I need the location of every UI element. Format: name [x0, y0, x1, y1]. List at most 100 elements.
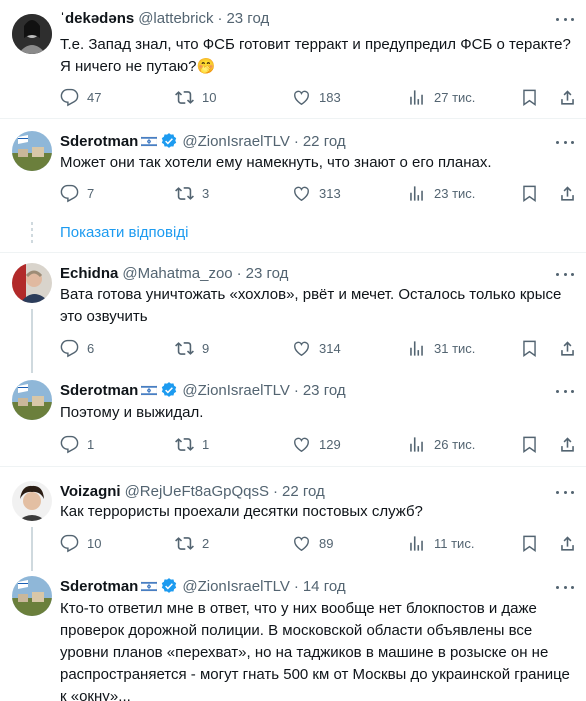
share-button[interactable]	[558, 184, 585, 203]
verified-badge-icon[interactable]	[160, 381, 178, 399]
views-button[interactable]: 27 тис.	[407, 88, 475, 107]
retweet-button[interactable]: 3	[175, 184, 209, 203]
reply-icon	[60, 339, 79, 358]
timestamp[interactable]: 23 год	[303, 382, 346, 399]
author-name[interactable]: Sderotman	[60, 133, 138, 150]
reply-button[interactable]: 6	[60, 339, 94, 358]
like-button[interactable]: 314	[292, 339, 341, 358]
reply-button[interactable]: 47	[60, 88, 101, 107]
like-button[interactable]: 183	[292, 88, 341, 107]
views-button[interactable]: 11 тис.	[407, 534, 474, 553]
tweet[interactable]: ˈdekədəns @lattebrick · 23 год Т.е. Запа…	[0, 8, 586, 110]
separator-dot: ·	[293, 381, 299, 399]
bookmark-icon	[523, 185, 536, 203]
tweet-text: Вата готова уничтожать «хохлов», рвёт и …	[60, 286, 562, 325]
reply-button[interactable]: 7	[60, 184, 94, 203]
tweet[interactable]: Sderotman @ZionIsraelTLV · 14 год Кто-то…	[0, 576, 586, 701]
views-button[interactable]: 31 тис.	[407, 339, 475, 358]
view-count: 11 тис.	[434, 536, 475, 551]
author-handle[interactable]: @Mahatma_zoo	[122, 265, 232, 282]
retweet-button[interactable]: 9	[175, 339, 209, 358]
author-name[interactable]: Voizagni	[60, 483, 121, 500]
share-button[interactable]	[558, 534, 585, 553]
more-options-icon[interactable]	[556, 265, 574, 283]
verified-badge-icon[interactable]	[160, 577, 178, 595]
divider	[0, 118, 586, 119]
bookmark-icon	[523, 436, 536, 454]
like-button[interactable]: 313	[292, 184, 341, 203]
reply-icon	[60, 184, 79, 203]
avatar[interactable]	[12, 380, 52, 420]
tweet[interactable]: Sderotman @ZionIsraelTLV · 23 год Поэтом…	[0, 380, 586, 460]
retweet-button[interactable]: 2	[175, 534, 209, 553]
more-options-icon[interactable]	[556, 133, 574, 151]
like-count: 89	[319, 536, 334, 551]
avatar[interactable]	[12, 481, 52, 521]
tweet[interactable]: Sderotman @ZionIsraelTLV · 22 год Может …	[0, 131, 586, 211]
share-button[interactable]	[558, 339, 585, 358]
heart-icon	[294, 341, 309, 357]
verified-badge-icon[interactable]	[160, 132, 178, 150]
share-button[interactable]	[558, 435, 585, 454]
view-count: 27 тис.	[434, 90, 476, 105]
share-button[interactable]	[558, 88, 585, 107]
more-options-icon[interactable]	[556, 483, 574, 501]
reply-button[interactable]: 1	[60, 435, 94, 454]
show-replies-link[interactable]: Показати відповіді	[0, 218, 586, 248]
more-options-icon[interactable]	[556, 10, 574, 28]
timestamp[interactable]: 14 год	[303, 578, 346, 595]
retweet-count: 2	[202, 536, 210, 551]
avatar[interactable]	[12, 131, 52, 171]
timestamp[interactable]: 22 год	[303, 133, 346, 150]
retweet-count: 1	[202, 437, 210, 452]
author-handle[interactable]: @lattebrick	[138, 10, 213, 27]
author-name[interactable]: Echidna	[60, 265, 118, 282]
timestamp[interactable]: 23 год	[226, 10, 269, 27]
show-replies-label[interactable]: Показати відповіді	[60, 224, 188, 241]
retweet-button[interactable]: 1	[175, 435, 209, 454]
reply-button[interactable]: 10	[60, 534, 101, 553]
author-handle[interactable]: @ZionIsraelTLV	[182, 382, 289, 399]
like-button[interactable]: 129	[292, 435, 341, 454]
more-options-icon[interactable]	[556, 382, 574, 400]
view-count: 23 тис.	[434, 186, 476, 201]
tweet-text: Поэтому и выжидал.	[60, 404, 204, 421]
tweet-text: Кто-то ответил мне в ответ, что у них во…	[60, 600, 570, 701]
author-name[interactable]: ˈdekədəns	[60, 10, 134, 27]
divider	[0, 252, 586, 253]
timestamp[interactable]: 23 год	[246, 265, 289, 282]
bookmark-icon	[523, 340, 536, 358]
views-button[interactable]: 26 тис.	[407, 435, 475, 454]
heart-icon	[294, 437, 309, 453]
timestamp[interactable]: 22 год	[282, 483, 325, 500]
tweet-text: Может они так хотели ему намекнуть, что …	[60, 154, 492, 171]
tweet[interactable]: Voizagni @RejUeFt8aGpQqsS · 22 год Как т…	[0, 481, 586, 571]
more-options-icon[interactable]	[556, 578, 574, 596]
like-button[interactable]: 89	[292, 534, 333, 553]
author-handle[interactable]: @ZionIsraelTLV	[182, 578, 289, 595]
share-icon	[561, 90, 574, 105]
bookmark-button[interactable]	[520, 534, 547, 553]
tweet[interactable]: Echidna @Mahatma_zoo · 23 год Вата готов…	[0, 263, 586, 373]
reply-count: 10	[87, 536, 102, 551]
views-button[interactable]: 23 тис.	[407, 184, 475, 203]
author-name[interactable]: Sderotman	[60, 578, 138, 595]
avatar[interactable]	[12, 263, 52, 303]
bookmark-button[interactable]	[520, 435, 547, 454]
retweet-button[interactable]: 10	[175, 88, 216, 107]
reply-count: 47	[87, 90, 102, 105]
bookmark-button[interactable]	[520, 339, 547, 358]
bookmark-button[interactable]	[520, 184, 547, 203]
author-handle[interactable]: @RejUeFt8aGpQqsS	[125, 483, 269, 500]
avatar[interactable]	[12, 576, 52, 616]
author-name[interactable]: Sderotman	[60, 382, 138, 399]
retweet-icon	[175, 187, 194, 200]
avatar[interactable]	[12, 14, 52, 54]
separator-dot: ·	[293, 132, 299, 150]
author-handle[interactable]: @ZionIsraelTLV	[182, 133, 289, 150]
share-icon	[561, 341, 574, 356]
bookmark-button[interactable]	[520, 88, 547, 107]
tweet-text: Т.е. Запад знал, что ФСБ готовит терракт…	[60, 36, 571, 75]
reply-icon	[60, 435, 79, 454]
bookmark-icon	[523, 89, 536, 107]
